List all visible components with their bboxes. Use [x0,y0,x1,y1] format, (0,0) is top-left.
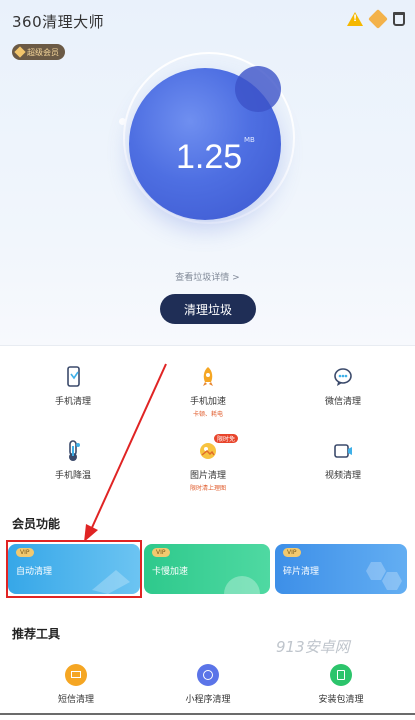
tool-label: 视频清理 [324,471,361,481]
member-card-fragment-clean[interactable]: VIP 碎片清理 [275,544,407,594]
tool-wechat-clean[interactable]: 微信清理 [283,366,403,407]
watermark: 913安卓网 [276,638,350,656]
recommend-label: 小程序清理 [185,695,231,705]
gauge-ring-dot [119,118,126,125]
vip-badge[interactable]: 超级会员 [12,44,65,60]
junk-size-unit: MB [244,136,255,144]
recommend-label: 短信清理 [57,695,94,705]
video-icon [333,440,353,462]
recommend-label: 安装包清理 [318,695,364,705]
view-details-link[interactable]: 查看垃圾详情 > [0,270,415,283]
recommend-miniprogram-clean[interactable]: 小程序清理 [148,664,268,705]
recommend-apk-clean[interactable]: 安装包清理 [281,664,401,705]
hero-panel: 360清理大师 ! 超级会员 1.25 MB 查看垃圾详情 > 清理垃圾 [0,0,415,346]
gauge-bubble [235,66,281,112]
trash-icon[interactable] [393,12,405,26]
member-section-title: 会员功能 [12,517,61,531]
gauge-decor-icon [224,576,260,594]
member-card-lag-boost[interactable]: VIP 卡慢加速 [144,544,270,594]
apk-icon [330,664,352,686]
tool-label: 微信清理 [324,397,361,407]
tool-badge: 限时免 [214,434,239,443]
junk-size-value: 1.25 [176,138,243,176]
app-logo: 360清理大师 [12,13,105,31]
highlight-box [6,540,142,598]
image-clean-icon: 限时免 [198,434,239,462]
warning-icon[interactable]: ! [347,12,363,26]
annotation-arrow [84,363,167,542]
home-indicator [0,713,415,715]
rocket-icon [198,366,218,388]
gem-icon [14,46,26,58]
vip-tag: VIP [152,548,170,557]
clean-junk-button[interactable]: 清理垃圾 [160,294,256,324]
vip-diamond-icon[interactable] [368,9,388,29]
tool-video-clean[interactable]: 视频清理 [283,440,403,481]
hexagon-decor-icon [366,562,402,590]
member-card-label: 卡慢加速 [152,567,189,577]
vip-badge-label: 超级会员 [27,47,59,57]
vip-tag: VIP [283,548,301,557]
member-card-label: 碎片清理 [283,567,320,577]
miniprogram-icon [197,664,219,686]
wechat-icon [333,366,353,388]
sms-icon [65,664,87,686]
recommend-sms-clean[interactable]: 短信清理 [16,664,136,705]
header-icons: ! [347,9,405,29]
recommend-section-title: 推荐工具 [12,627,61,641]
